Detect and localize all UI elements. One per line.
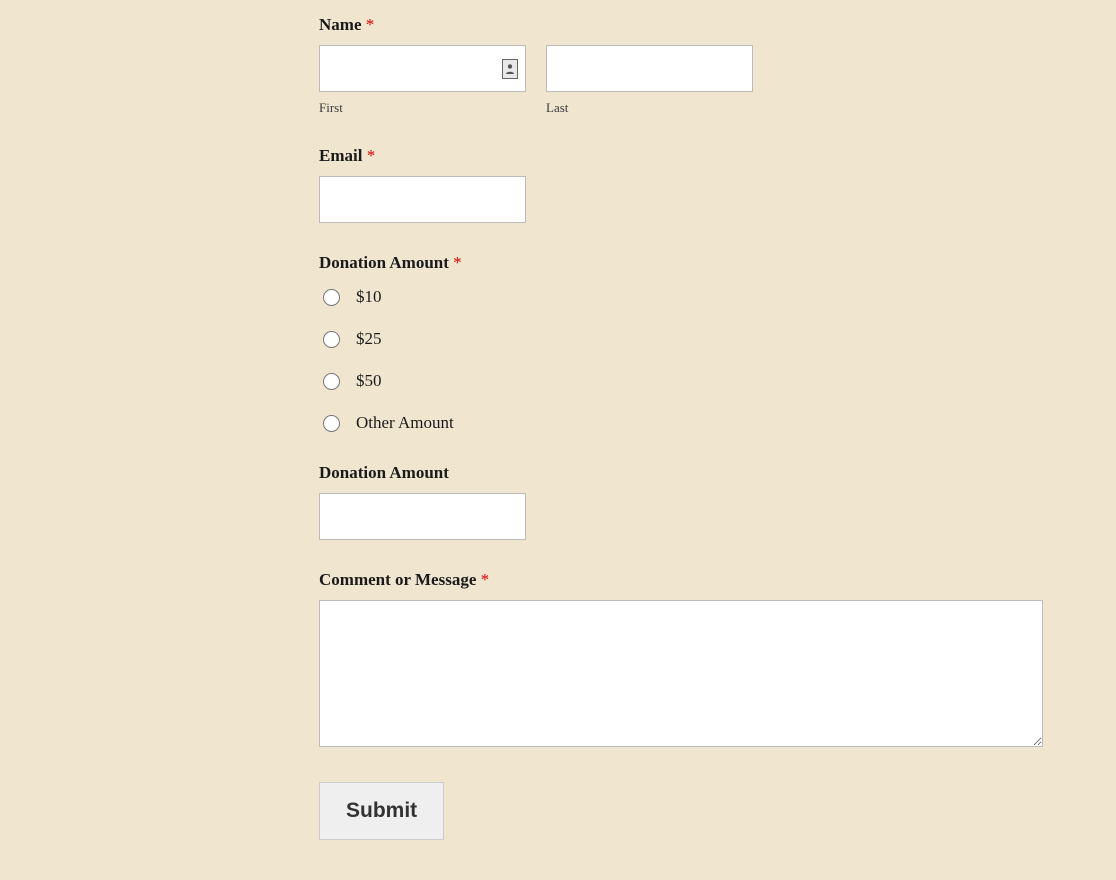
radio-item-25: $25: [323, 329, 1008, 349]
donation-radio-list: $10 $25 $50 Other Amount: [323, 287, 1008, 433]
required-indicator: *: [453, 253, 462, 272]
donation-form: Name * First Last Email *: [108, 15, 1008, 840]
email-label: Email *: [319, 146, 1008, 166]
radio-50[interactable]: [323, 373, 340, 390]
name-label-text: Name: [319, 15, 361, 34]
radio-other[interactable]: [323, 415, 340, 432]
submit-button[interactable]: Submit: [319, 782, 444, 840]
first-name-col: First: [319, 45, 526, 116]
radio-10[interactable]: [323, 289, 340, 306]
comment-field-group: Comment or Message *: [319, 570, 1008, 752]
donation-amount-input[interactable]: [319, 493, 526, 540]
radio-25[interactable]: [323, 331, 340, 348]
radio-10-label[interactable]: $10: [356, 287, 382, 307]
comment-textarea[interactable]: [319, 600, 1043, 747]
last-name-sublabel: Last: [546, 100, 753, 116]
first-name-wrap: [319, 45, 526, 92]
name-row: First Last: [319, 45, 1008, 116]
donation-choice-group: Donation Amount * $10 $25 $50 Other Amou…: [319, 253, 1008, 433]
email-input[interactable]: [319, 176, 526, 223]
donation-choice-label-text: Donation Amount: [319, 253, 449, 272]
email-field-group: Email *: [319, 146, 1008, 223]
donation-amount-group: Donation Amount: [319, 463, 1008, 540]
required-indicator: *: [367, 146, 376, 165]
comment-label: Comment or Message *: [319, 570, 1008, 590]
email-label-text: Email: [319, 146, 362, 165]
radio-item-10: $10: [323, 287, 1008, 307]
radio-item-other: Other Amount: [323, 413, 1008, 433]
required-indicator: *: [481, 570, 490, 589]
last-name-col: Last: [546, 45, 753, 116]
last-name-input[interactable]: [546, 45, 753, 92]
radio-25-label[interactable]: $25: [356, 329, 382, 349]
name-field-group: Name * First Last: [319, 15, 1008, 116]
donation-amount-label: Donation Amount: [319, 463, 1008, 483]
name-label: Name *: [319, 15, 1008, 35]
first-name-input[interactable]: [319, 45, 526, 92]
first-name-sublabel: First: [319, 100, 526, 116]
comment-label-text: Comment or Message: [319, 570, 476, 589]
radio-50-label[interactable]: $50: [356, 371, 382, 391]
donation-choice-label: Donation Amount *: [319, 253, 1008, 273]
required-indicator: *: [366, 15, 375, 34]
radio-other-label[interactable]: Other Amount: [356, 413, 454, 433]
radio-item-50: $50: [323, 371, 1008, 391]
donation-amount-label-text: Donation Amount: [319, 463, 449, 482]
